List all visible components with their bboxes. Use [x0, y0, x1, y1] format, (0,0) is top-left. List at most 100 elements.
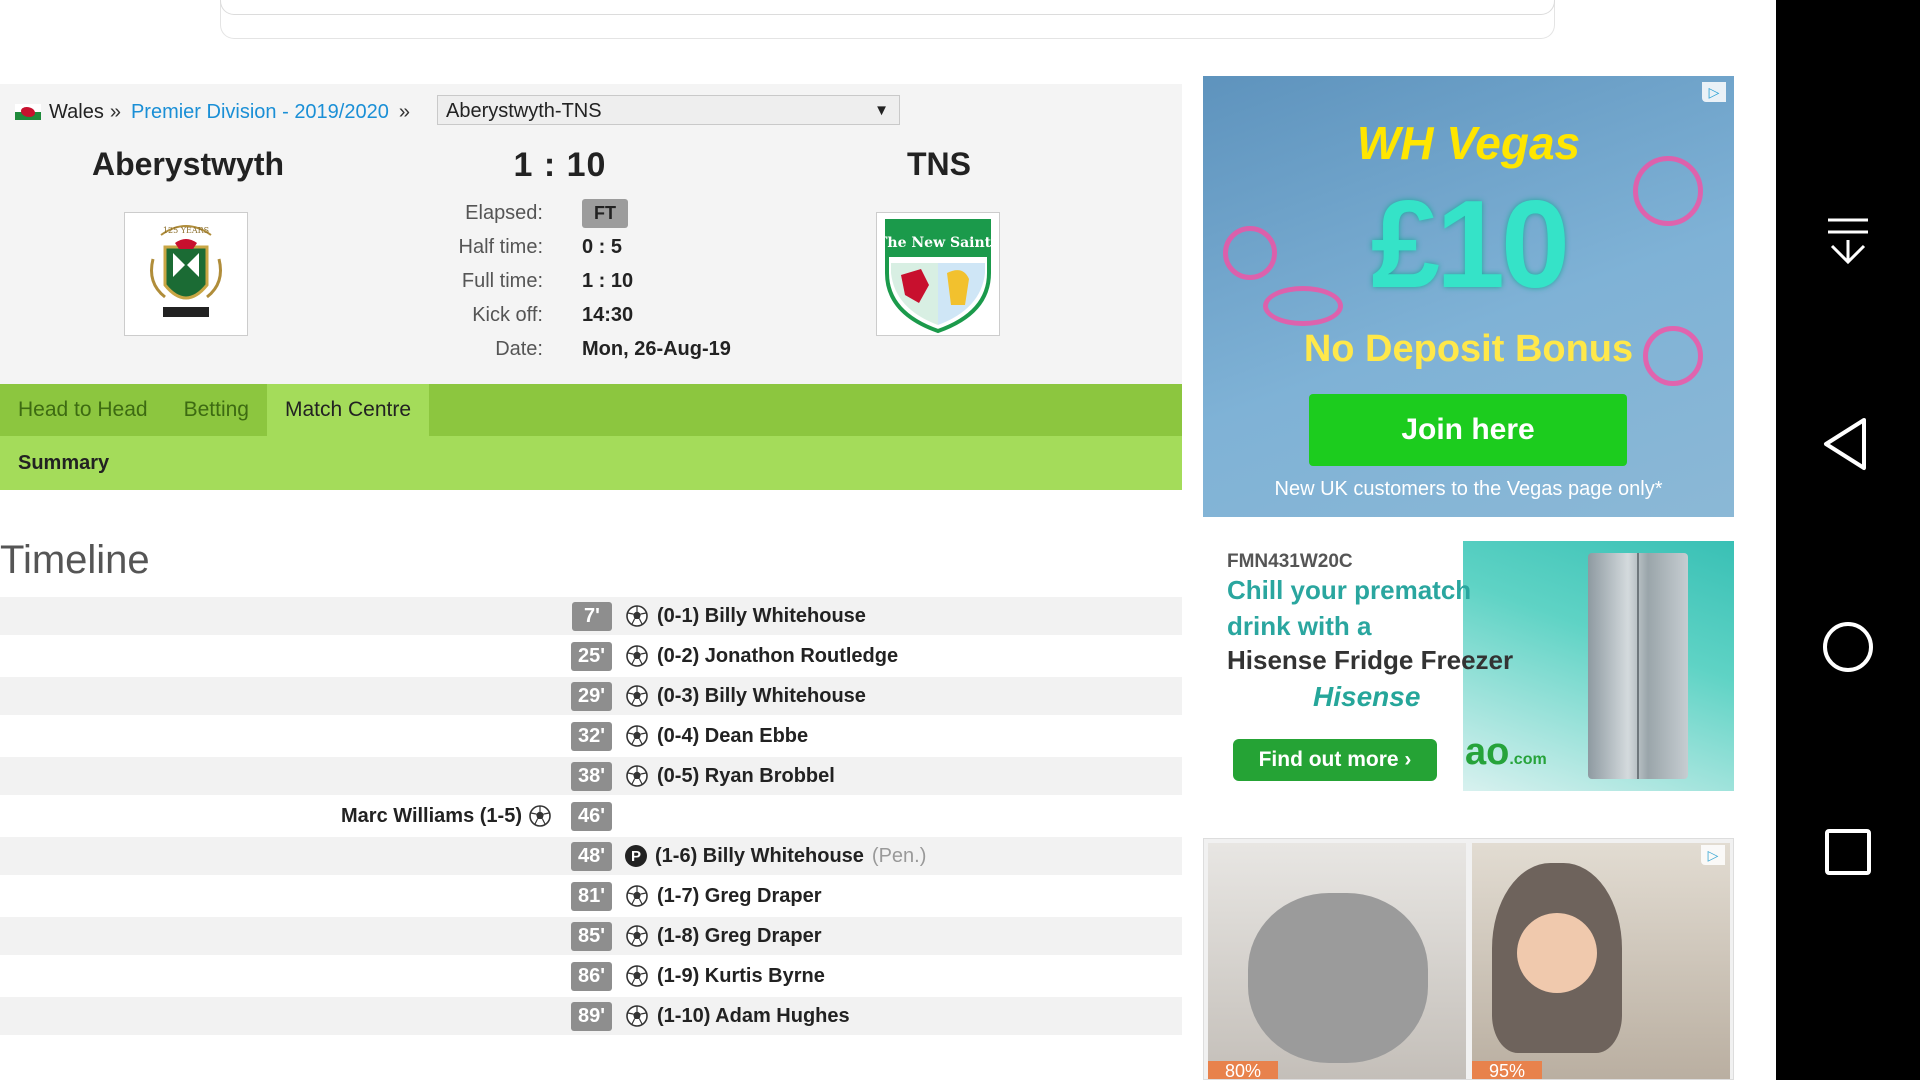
top-bar-inner	[220, 0, 1555, 15]
tab-head-to-head[interactable]: Head to Head	[0, 384, 166, 436]
event-extra: (Pen.)	[871, 844, 927, 867]
ao-logo-suffix: .com	[1509, 751, 1547, 768]
notification-shade-icon[interactable]	[1776, 212, 1920, 272]
event-text[interactable]: (1-8) Greg Draper	[657, 925, 822, 948]
event-text[interactable]: (1-6) Billy Whitehouse	[655, 845, 864, 868]
home-team-crest[interactable]: 125 YEARS	[124, 212, 248, 336]
baby-products-ad[interactable]: 80% 95% ▷	[1203, 838, 1734, 1080]
away-event: (1-7) Greg Draper	[625, 884, 822, 908]
adchoices-icon[interactable]: ▷	[1701, 845, 1725, 865]
home-event: Marc Williams (1-5)	[341, 804, 552, 828]
minute-badge: 85'	[570, 921, 612, 951]
away-event: (1-9) Kurtis Byrne	[625, 964, 825, 988]
home-icon[interactable]	[1776, 617, 1920, 677]
info-label: Full time:	[461, 269, 543, 292]
event-text[interactable]: (1-7) Greg Draper	[657, 885, 822, 908]
home-team-name[interactable]: Aberystwyth	[88, 146, 288, 183]
ad-line: Chill your prematch	[1227, 575, 1472, 605]
aberystwyth-crest-icon: 125 YEARS	[150, 225, 222, 317]
event-text[interactable]: Marc Williams (1-5)	[341, 805, 522, 828]
minute-badge: 46'	[570, 801, 612, 831]
fridge-freezer-image	[1588, 553, 1688, 779]
goal-ball-icon	[625, 924, 649, 948]
goal-ball-icon	[625, 1004, 649, 1028]
penalty-icon: P	[625, 845, 647, 867]
event-text[interactable]: (1-10) Adam Hughes	[657, 1005, 850, 1028]
ao-logo-text: ao	[1465, 731, 1510, 773]
minute-badge: 89'	[570, 1001, 612, 1031]
crest-saints-text: The New Saints	[877, 235, 999, 251]
top-search-bar-remnant	[220, 0, 1555, 40]
dropdown-arrow-icon: ▼	[874, 102, 889, 119]
baby-face-image	[1517, 913, 1597, 993]
back-icon[interactable]	[1776, 414, 1920, 474]
minute-badge: 81'	[570, 881, 612, 911]
breadcrumb-separator: »	[109, 100, 121, 123]
recent-apps-icon[interactable]	[1776, 822, 1920, 882]
goal-ball-icon	[528, 804, 552, 828]
away-event: (0-3) Billy Whitehouse	[625, 684, 866, 708]
android-navigation-bar	[1776, 0, 1920, 1080]
info-value: Mon, 26-Aug-19	[582, 337, 731, 360]
tab-match-centre[interactable]: Match Centre	[266, 384, 430, 436]
tns-crest-icon: The New Saints	[877, 219, 999, 334]
goal-ball-icon	[625, 964, 649, 988]
away-team-name[interactable]: TNS	[839, 146, 1039, 183]
find-out-more-button[interactable]: Find out more ›	[1233, 739, 1437, 781]
away-event: (0-4) Dean Ebbe	[625, 724, 808, 748]
crest-years-text: 125 YEARS	[163, 226, 209, 235]
timeline-row: 85' (1-8) Greg Draper	[0, 917, 1182, 955]
tab-betting[interactable]: Betting	[166, 384, 267, 436]
info-value: 0 : 5	[582, 235, 623, 258]
match-select[interactable]: Aberystwyth-TNS ▼	[437, 95, 900, 125]
event-text[interactable]: (1-9) Kurtis Byrne	[657, 965, 825, 988]
timeline-title: Timeline	[0, 538, 150, 582]
event-text[interactable]: (0-1) Billy Whitehouse	[657, 605, 866, 628]
info-label: Half time:	[458, 235, 543, 258]
minute-badge: 86'	[570, 961, 612, 991]
info-row-kick-off: Kick off: 14:30	[380, 298, 731, 332]
timeline-row: 89' (1-10) Adam Hughes	[0, 997, 1182, 1035]
breadcrumb-country[interactable]: Wales	[49, 101, 104, 124]
info-row-date: Date: Mon, 26-Aug-19	[380, 332, 731, 366]
match-header: Wales » Premier Division - 2019/2020 » A…	[0, 84, 1182, 384]
timeline-row: 38' (0-5) Ryan Brobbel	[0, 757, 1182, 795]
goal-ball-icon	[625, 684, 649, 708]
join-here-button[interactable]: Join here	[1309, 394, 1627, 466]
breadcrumb-league-link[interactable]: Premier Division - 2019/2020	[131, 101, 389, 124]
away-event: (0-2) Jonathon Routledge	[625, 644, 898, 668]
timeline-row: 81' (1-7) Greg Draper	[0, 877, 1182, 915]
info-row-half-time: Half time: 0 : 5	[380, 230, 731, 264]
event-text[interactable]: (0-2) Jonathon Routledge	[657, 645, 898, 668]
discount-badge: 95%	[1472, 1061, 1542, 1079]
info-label: Date:	[495, 337, 543, 360]
timeline-row: 7' (0-1) Billy Whitehouse	[0, 597, 1182, 635]
adchoices-icon[interactable]: ▷	[1702, 82, 1726, 102]
wh-vegas-logo: WH Vegas	[1356, 117, 1581, 169]
away-event: (1-10) Adam Hughes	[625, 1004, 850, 1028]
match-tabs: Head to Head Betting Match Centre	[0, 384, 1182, 436]
breadcrumb-separator: »	[398, 100, 410, 123]
away-team-crest[interactable]: The New Saints	[876, 212, 1000, 336]
info-row-elapsed: Elapsed: FT	[380, 196, 731, 230]
match-subtabs: Summary	[0, 436, 1182, 490]
info-value: 1 : 10	[582, 269, 634, 292]
subtab-summary[interactable]: Summary	[0, 452, 109, 475]
ad-product-image[interactable]: 80%	[1208, 843, 1466, 1079]
timeline-row: 86' (1-9) Kurtis Byrne	[0, 957, 1182, 995]
wales-flag-icon	[15, 104, 41, 120]
minute-badge: 7'	[572, 601, 612, 631]
event-text[interactable]: (0-3) Billy Whitehouse	[657, 685, 866, 708]
timeline-row: 46' Marc Williams (1-5)	[0, 797, 1182, 835]
match-panel: Wales » Premier Division - 2019/2020 » A…	[0, 84, 1182, 490]
hisense-ad-banner[interactable]: FMN431W20C Chill your prematch drink wit…	[1203, 541, 1734, 791]
vegas-ad-banner[interactable]: WH Vegas £10 No Deposit Bonus Join here …	[1203, 76, 1734, 517]
event-text[interactable]: (0-5) Ryan Brobbel	[657, 765, 835, 788]
away-event: (0-5) Ryan Brobbel	[625, 764, 835, 788]
elapsed-status-badge: FT	[582, 198, 628, 228]
breadcrumb: Wales » Premier Division - 2019/2020 »	[15, 96, 420, 128]
bonus-amount: £10	[1371, 176, 1570, 314]
event-text[interactable]: (0-4) Dean Ebbe	[657, 725, 808, 748]
ad-product-code: FMN431W20C	[1227, 551, 1353, 572]
ad-product-image[interactable]: 95%	[1472, 843, 1730, 1079]
